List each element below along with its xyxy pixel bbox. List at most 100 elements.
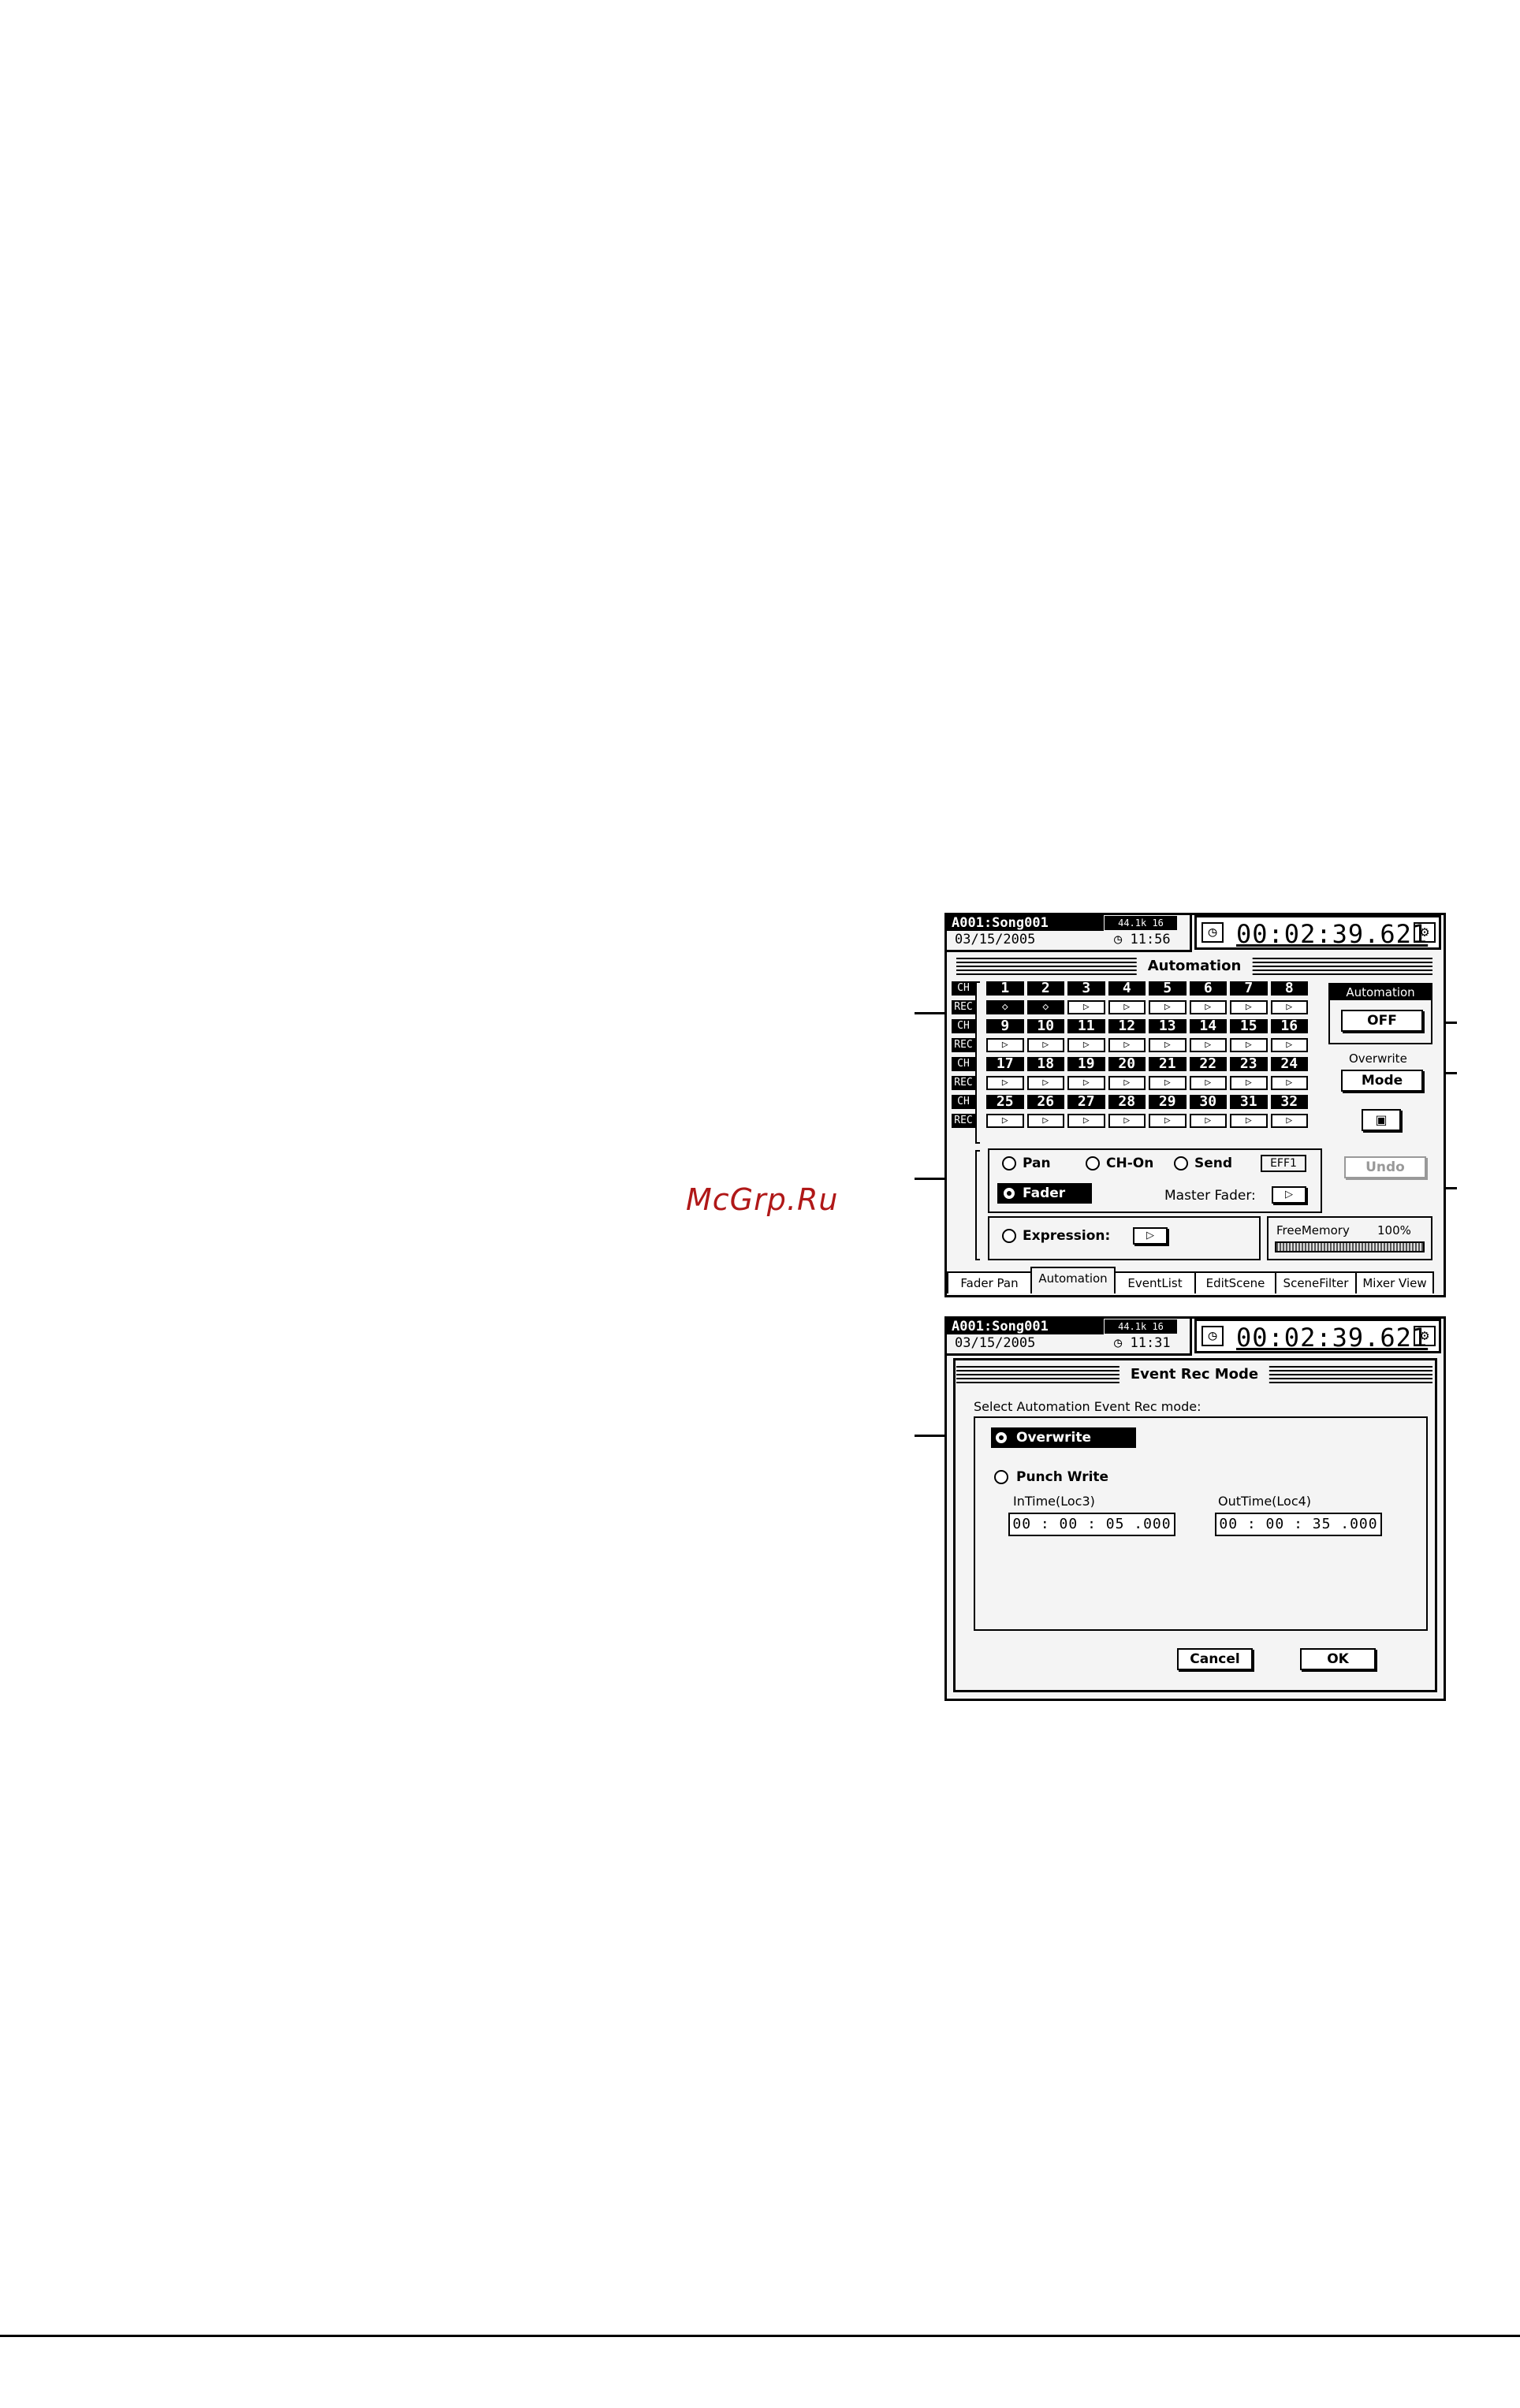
tab-eventlist[interactable]: EventList: [1114, 1271, 1196, 1293]
song-name: A001:Song001: [947, 915, 1104, 931]
channel-rec-button[interactable]: ▷: [1270, 1076, 1308, 1090]
cancel-button[interactable]: Cancel: [1177, 1648, 1253, 1670]
expression-label: Expression:: [1023, 1228, 1111, 1244]
channel-rec-button[interactable]: ▷: [1149, 1000, 1187, 1014]
channel-number: 1: [986, 981, 1024, 996]
channel-rec-button[interactable]: ▷: [1108, 1114, 1146, 1128]
undo-button[interactable]: Undo: [1344, 1156, 1426, 1178]
sample-rate-badge: 44.1k 16: [1105, 1319, 1177, 1334]
overwrite-radio[interactable]: [994, 1431, 1008, 1445]
channel-number: 14: [1189, 1019, 1227, 1033]
channel-rec-button[interactable]: ▷: [1067, 1076, 1105, 1090]
channel-rec-button[interactable]: ▷: [1230, 1038, 1268, 1052]
channel-rec-button[interactable]: ▷: [986, 1114, 1024, 1128]
channel-number: 23: [1230, 1057, 1268, 1071]
row-label: CH: [952, 1057, 975, 1071]
fader-radio[interactable]: [1002, 1186, 1016, 1200]
channel-number: 24: [1270, 1057, 1308, 1071]
ok-button[interactable]: OK: [1300, 1648, 1376, 1670]
channel-number: 17: [986, 1057, 1024, 1071]
master-fader-button[interactable]: ▷: [1272, 1186, 1306, 1204]
channel-rec-button[interactable]: ▷: [1230, 1076, 1268, 1090]
channel-rec-button[interactable]: ▷: [1230, 1000, 1268, 1014]
dialog-title: Event Rec Mode: [1119, 1366, 1270, 1383]
channel-rec-button[interactable]: ▷: [1230, 1114, 1268, 1128]
send-label: Send: [1194, 1156, 1233, 1171]
automation-off-button[interactable]: OFF: [1341, 1010, 1423, 1032]
channel-rec-button[interactable]: ▷: [986, 1076, 1024, 1090]
punch-write-radio[interactable]: [994, 1470, 1008, 1484]
channel-rec-button[interactable]: ▷: [1189, 1038, 1227, 1052]
channel-rec-button[interactable]: ▷: [1270, 1038, 1308, 1052]
free-memory-value: 100%: [1377, 1223, 1411, 1237]
channel-rec-button[interactable]: ▷: [1189, 1076, 1227, 1090]
channel-rec-button[interactable]: ▷: [1026, 1114, 1064, 1128]
channel-rec-button[interactable]: ▷: [1108, 1076, 1146, 1090]
channel-rec-button[interactable]: ▷: [1270, 1114, 1308, 1128]
camera-icon[interactable]: ▣: [1362, 1109, 1401, 1131]
tab-editscene[interactable]: EditScene: [1194, 1271, 1276, 1293]
dialog-prompt: Select Automation Event Rec mode:: [974, 1399, 1201, 1414]
channel-number: 29: [1149, 1095, 1187, 1109]
mode-button[interactable]: Mode: [1341, 1070, 1423, 1092]
in-time-field[interactable]: 00 : 00 : 05 .000: [1008, 1513, 1175, 1536]
channel-number: 9: [986, 1019, 1024, 1033]
clock-icon[interactable]: ◷: [1201, 922, 1224, 943]
channel-rec-button[interactable]: ▷: [1067, 1038, 1105, 1052]
channel-number: 20: [1108, 1057, 1146, 1071]
pan-radio[interactable]: [1002, 1156, 1016, 1171]
channel-number: 5: [1149, 981, 1187, 996]
channel-number: 2: [1026, 981, 1064, 996]
send-select[interactable]: EFF1: [1261, 1155, 1306, 1172]
channel-number: 32: [1270, 1095, 1308, 1109]
date-readout: 03/15/2005: [955, 932, 1036, 947]
chon-label: CH-On: [1106, 1156, 1154, 1171]
free-memory-label: FreeMemory: [1276, 1223, 1350, 1237]
channel-rec-button[interactable]: ▷: [1270, 1000, 1308, 1014]
channel-rec-button[interactable]: ◇: [986, 1000, 1024, 1014]
overwrite-label: Overwrite: [1016, 1430, 1092, 1446]
row-label: REC: [952, 1114, 975, 1128]
time-readout: 00:02:39.621: [1236, 1323, 1429, 1353]
channel-rec-button[interactable]: ▷: [1108, 1000, 1146, 1014]
gear-icon[interactable]: ⚙: [1414, 1326, 1436, 1346]
channel-number: 18: [1026, 1057, 1064, 1071]
channel-rec-button[interactable]: ▷: [1189, 1000, 1227, 1014]
channel-rec-button[interactable]: ▷: [1149, 1038, 1187, 1052]
channel-number: 27: [1067, 1095, 1105, 1109]
channel-rec-button[interactable]: ▷: [1189, 1114, 1227, 1128]
send-radio[interactable]: [1174, 1156, 1188, 1171]
out-time-label: OutTime(Loc4): [1218, 1494, 1312, 1509]
tab-scenefilter[interactable]: SceneFilter: [1275, 1271, 1357, 1293]
row-label: REC: [952, 1076, 975, 1090]
channel-number: 16: [1270, 1019, 1308, 1033]
channel-rec-button[interactable]: ▷: [1026, 1076, 1064, 1090]
row-label: CH: [952, 981, 975, 996]
channel-rec-button[interactable]: ▷: [1067, 1114, 1105, 1128]
channel-rec-button[interactable]: ▷: [1108, 1038, 1146, 1052]
channel-number: 25: [986, 1095, 1024, 1109]
channel-rec-button[interactable]: ▷: [1149, 1076, 1187, 1090]
fader-label: Fader: [1023, 1185, 1066, 1201]
out-time-field[interactable]: 00 : 00 : 35 .000: [1215, 1513, 1382, 1536]
expression-radio[interactable]: [1002, 1229, 1016, 1243]
channel-rec-button[interactable]: ▷: [1026, 1038, 1064, 1052]
channel-number: 13: [1149, 1019, 1187, 1033]
footer-rule: [0, 2335, 1520, 2337]
clock-icon[interactable]: ◷: [1201, 1326, 1224, 1346]
expression-button[interactable]: ▷: [1133, 1227, 1168, 1245]
channel-rec-button[interactable]: ▷: [1149, 1114, 1187, 1128]
tab-mixer-view[interactable]: Mixer View: [1355, 1271, 1434, 1293]
channel-rec-button[interactable]: ▷: [1067, 1000, 1105, 1014]
tab-automation[interactable]: Automation: [1030, 1267, 1116, 1293]
chon-radio[interactable]: [1086, 1156, 1100, 1171]
sample-rate-badge: 44.1k 16: [1105, 916, 1177, 930]
channel-rec-button[interactable]: ▷: [986, 1038, 1024, 1052]
channel-number: 22: [1189, 1057, 1227, 1071]
song-info: A001:Song001 44.1k 16 03/15/2005 ◷ 11:31: [947, 1319, 1192, 1356]
in-time-label: InTime(Loc3): [1013, 1494, 1095, 1509]
song-name: A001:Song001: [947, 1319, 1104, 1334]
gear-icon[interactable]: ⚙: [1414, 922, 1436, 943]
tab-fader-pan[interactable]: Fader Pan: [947, 1271, 1032, 1293]
channel-rec-button[interactable]: ◇: [1026, 1000, 1064, 1014]
